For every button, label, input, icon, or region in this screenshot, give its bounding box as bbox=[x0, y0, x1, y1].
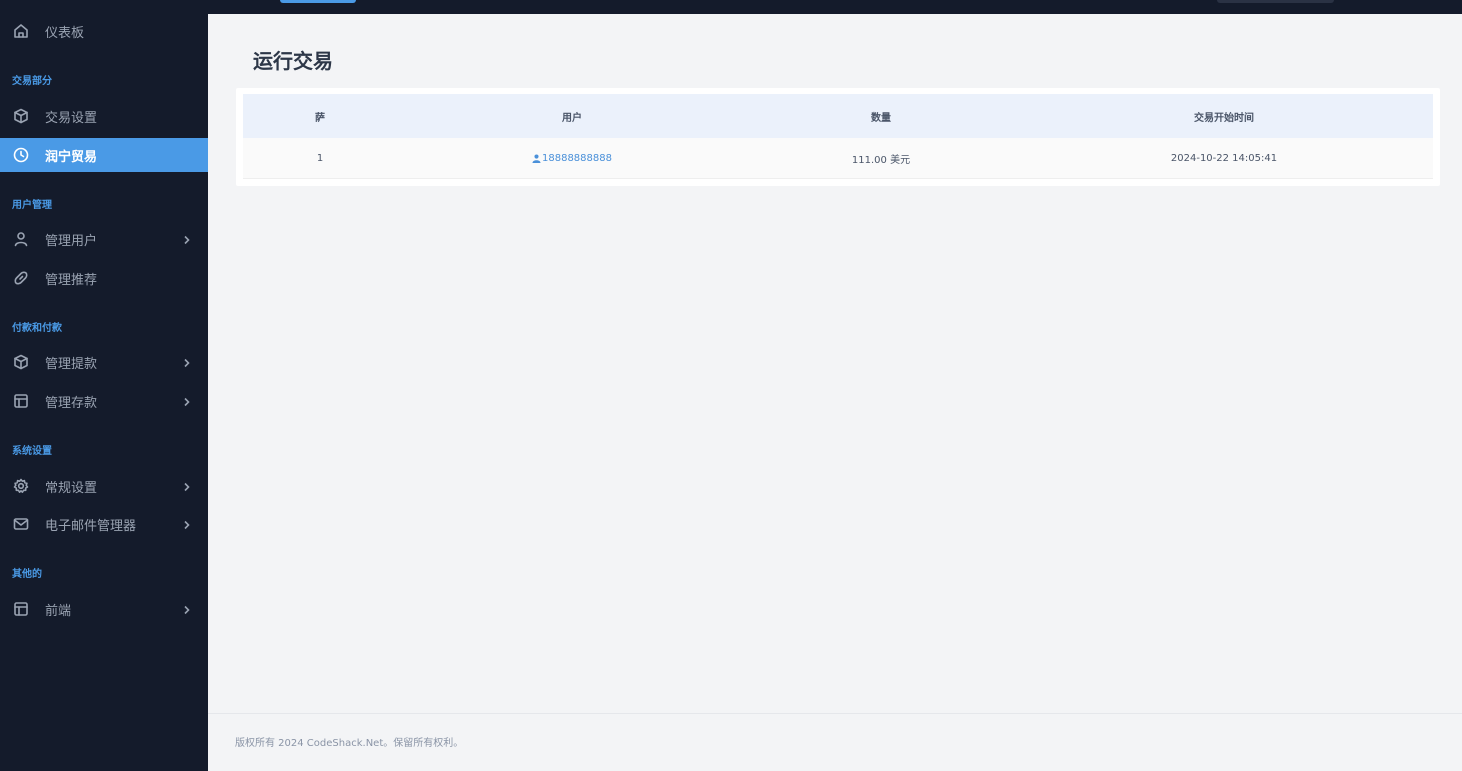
sidebar-item-label: 管理存款 bbox=[45, 395, 98, 411]
chevron-right-icon bbox=[182, 519, 192, 530]
section-title-payments: 付款和付款 bbox=[12, 323, 62, 334]
table-header: 萨 用户 数量 交易开始时间 bbox=[243, 94, 1433, 138]
user-link[interactable]: 18888888888 bbox=[532, 153, 612, 164]
sidebar-item-general-settings[interactable]: 常规设置 bbox=[0, 469, 208, 503]
clock-icon bbox=[12, 146, 30, 164]
cell-user: 18888888888 bbox=[397, 138, 747, 178]
user-link-text: 18888888888 bbox=[542, 152, 612, 164]
layout-icon bbox=[12, 600, 30, 618]
sidebar-item-manage-withdrawals[interactable]: 管理提款 bbox=[0, 345, 208, 379]
sidebar-item-running-trades[interactable]: 润宁贸易 bbox=[0, 138, 208, 172]
user-icon bbox=[532, 153, 541, 163]
sidebar-item-label: 管理推荐 bbox=[45, 272, 98, 288]
section-title-users: 用户管理 bbox=[12, 200, 52, 211]
table-row: 1 18888888888 111.00 美元 2024-10-22 14:05… bbox=[243, 138, 1433, 179]
sidebar-item-label: 仪表板 bbox=[45, 25, 85, 41]
mail-icon bbox=[12, 515, 30, 533]
sidebar-item-frontend[interactable]: 前端 bbox=[0, 592, 208, 626]
footer: 版权所有 2024 CodeShack.Net。保留所有权利。 bbox=[208, 713, 1462, 771]
top-bar bbox=[208, 0, 1462, 14]
column-header-amount[interactable]: 数量 bbox=[747, 94, 1015, 138]
column-header-user[interactable]: 用户 bbox=[397, 94, 747, 138]
section-title-system: 系统设置 bbox=[12, 446, 52, 457]
chevron-right-icon bbox=[182, 357, 192, 368]
sidebar-item-manage-users[interactable]: 管理用户 bbox=[0, 222, 208, 256]
sidebar-item-label: 润宁贸易 bbox=[45, 149, 98, 165]
sidebar: 仪表板 交易部分 交易设置 润宁贸易 用户管理 管理用户 管理推荐 付款和付款 … bbox=[0, 0, 208, 771]
sidebar-item-label: 常规设置 bbox=[45, 480, 98, 496]
cube-icon bbox=[12, 353, 30, 371]
column-header-start-time[interactable]: 交易开始时间 bbox=[1015, 94, 1433, 138]
chevron-right-icon bbox=[182, 396, 192, 407]
sidebar-item-manage-deposits[interactable]: 管理存款 bbox=[0, 384, 208, 418]
sidebar-item-label: 管理提款 bbox=[45, 356, 98, 372]
chevron-right-icon bbox=[182, 604, 192, 615]
sidebar-item-dashboard[interactable]: 仪表板 bbox=[0, 14, 208, 48]
trades-table-card: 萨 用户 数量 交易开始时间 1 18888888888 111.00 美元 2… bbox=[236, 88, 1440, 186]
section-title-other: 其他的 bbox=[12, 569, 42, 580]
chevron-right-icon bbox=[182, 481, 192, 492]
user-icon bbox=[12, 230, 30, 248]
chevron-right-icon bbox=[182, 234, 192, 245]
sidebar-item-label: 管理用户 bbox=[45, 233, 98, 249]
sidebar-item-trade-settings[interactable]: 交易设置 bbox=[0, 99, 208, 133]
sidebar-item-label: 前端 bbox=[45, 603, 72, 619]
sidebar-item-label: 电子邮件管理器 bbox=[45, 518, 137, 534]
column-header-id[interactable]: 萨 bbox=[243, 94, 397, 138]
link-icon bbox=[12, 269, 30, 287]
top-bar-search[interactable] bbox=[1217, 0, 1334, 3]
sidebar-item-label: 交易设置 bbox=[45, 110, 98, 126]
section-title-trading: 交易部分 bbox=[12, 76, 52, 87]
cell-amount: 111.00 美元 bbox=[851, 154, 911, 166]
sidebar-item-email-manager[interactable]: 电子邮件管理器 bbox=[0, 507, 208, 541]
top-bar-button[interactable] bbox=[280, 0, 356, 3]
home-icon bbox=[12, 22, 30, 40]
sidebar-item-manage-referrals[interactable]: 管理推荐 bbox=[0, 261, 208, 295]
footer-copyright: 版权所有 2024 CodeShack.Net。保留所有权利。 bbox=[235, 738, 464, 749]
gear-icon bbox=[12, 477, 30, 495]
table-icon bbox=[12, 392, 30, 410]
cube-icon bbox=[12, 107, 30, 125]
cell-id: 1 bbox=[316, 152, 324, 164]
cell-start-time: 2024-10-22 14:05:41 bbox=[1170, 152, 1278, 164]
page-title: 运行交易 bbox=[253, 49, 333, 73]
